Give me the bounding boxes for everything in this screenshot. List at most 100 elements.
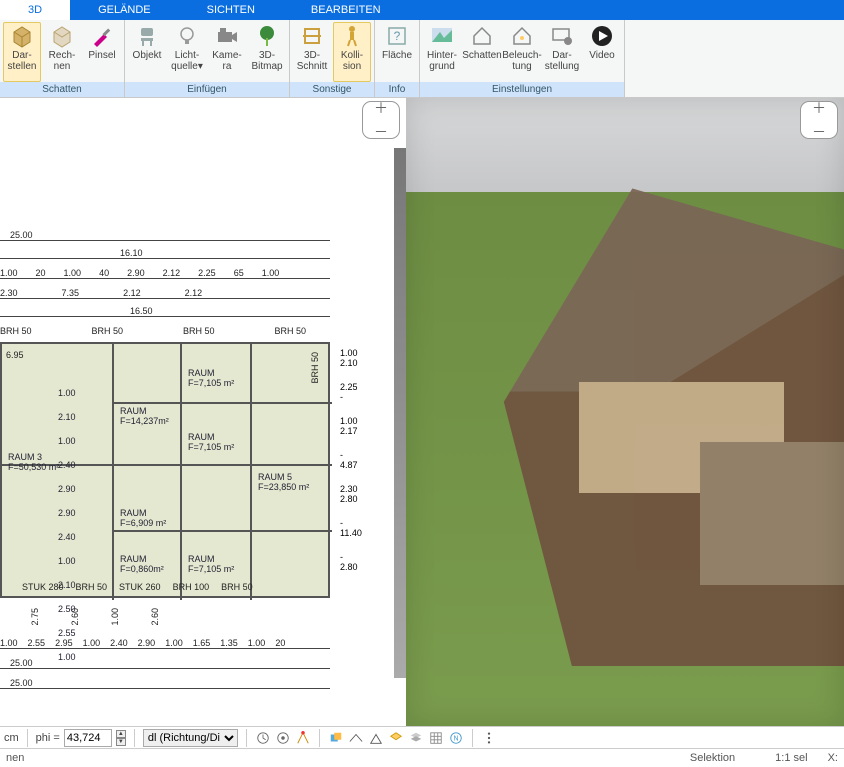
plan-canvas: 25.00 16.10 1.00201.00402.902.122.25651.… [0,148,400,716]
layers-icon[interactable] [388,730,404,746]
area-info-icon: ? [385,24,409,48]
tab-3d[interactable]: 3D [0,0,70,20]
btn-objekt[interactable]: Objekt [128,22,166,82]
dim: 2.55 [58,628,76,638]
dim: 2.12 [163,268,181,278]
lightbulb-icon [175,24,199,48]
north-icon[interactable]: N [448,730,464,746]
dim: 2.60 [150,608,160,626]
phi-spinner[interactable]: ▲▼ [116,730,126,746]
btn-label: Kolli- sion [334,50,370,72]
btn-3d-schnitt[interactable]: 3D- Schnitt [293,22,331,82]
group-sonstige: 3D- Schnitt Kolli- sion Sonstige [290,20,375,97]
btn-label: Dar- stellung [544,50,580,72]
dim: 2.12 [123,288,141,298]
dim: 2.12 [185,288,203,298]
status-x: X: [828,752,838,764]
btn-flaeche[interactable]: ? Fläche [378,22,416,82]
btn-pinsel[interactable]: Pinsel [83,22,121,82]
group-info: ? Fläche Info [375,20,420,97]
dim: 1.00 [58,436,76,446]
ribbon: Dar- stellen Rech- nen Pinsel Schatten O… [0,20,844,98]
dim: 2.40 [58,460,76,470]
btn-kollision[interactable]: Kolli- sion [333,22,371,82]
tab-bearbeiten[interactable]: BEARBEITEN [283,0,409,20]
plan-2d-viewport[interactable]: ＋－ 25.00 16.10 1.00201.00402.902.122.256… [0,98,406,726]
bottom-toolbar: cm phi = ▲▼ dl (Richtung/Di N [0,726,844,748]
brush-icon [90,24,114,48]
dim: 2.90 [58,508,76,518]
dim: 2.90 [138,638,156,648]
dim: BRH 50 [221,582,253,592]
dim-pair: -2.80 [340,552,362,572]
menu-dots-icon[interactable] [481,730,497,746]
dim: 40 [99,268,109,278]
dim: 25.00 [10,678,33,688]
dim: 2.60 [70,608,80,626]
target-icon[interactable] [275,730,291,746]
layers-multi-icon[interactable] [408,730,424,746]
dim: 7.35 [62,288,80,298]
unit-label: cm [4,732,19,744]
dim: BRH 50 [0,326,32,336]
clock-icon[interactable] [255,730,271,746]
dim: 1.35 [220,638,238,648]
btn-darstellung-einst[interactable]: Dar- stellung [543,22,581,82]
dim: 2.25 [198,268,216,278]
vertex-icon[interactable] [295,730,311,746]
plan-3d-viewport[interactable]: ＋－ [406,98,844,726]
dim: 2.90 [58,484,76,494]
dim: 1.00 [0,268,18,278]
grid-icon[interactable] [428,730,444,746]
btn-beleuchtung[interactable]: Beleuch- tung [503,22,541,82]
phi-input[interactable] [64,729,112,747]
skew-icon[interactable] [368,730,384,746]
zoom-widget[interactable]: ＋－ [362,101,400,139]
status-selektion: Selektion [690,752,735,764]
dim: 2.75 [30,608,40,626]
btn-label: Pinsel [88,50,115,61]
group-title: Sonstige [290,82,374,97]
zoom-widget-3d[interactable]: ＋－ [800,101,838,139]
roof-edge-icon[interactable] [348,730,364,746]
btn-darstellen[interactable]: Dar- stellen [3,22,41,82]
dim: 16.10 [120,248,143,258]
play-circle-icon [590,24,614,48]
dim: BRH 50 [310,352,320,384]
dim: 1.00 [58,556,76,566]
btn-3d-bitmap[interactable]: 3D- Bitmap [248,22,286,82]
dim: 1.00 [165,638,183,648]
tree-icon [255,24,279,48]
copy-stack-icon[interactable] [328,730,344,746]
btn-label: Licht- quelle▾ [169,50,205,72]
btn-kamera[interactable]: Kame- ra [208,22,246,82]
tab-gelaende[interactable]: GELÄNDE [70,0,179,20]
group-title: Einfügen [125,82,289,97]
btn-lichtquelle[interactable]: Licht- quelle▾ [168,22,206,82]
dim: 1.65 [193,638,211,648]
svg-text:?: ? [394,29,401,43]
main-tab-strip: 3D GELÄNDE SICHTEN BEARBEITEN [0,0,844,20]
btn-label: Hinter- grund [424,50,460,72]
dim: 1.00 [58,652,76,662]
svg-text:N: N [453,735,458,742]
btn-schatten-einst[interactable]: Schatten [463,22,501,82]
dl-select[interactable]: dl (Richtung/Di [143,729,238,747]
btn-hintergrund[interactable]: Hinter- grund [423,22,461,82]
dim: 20 [36,268,46,278]
house-light-icon [510,24,534,48]
camera-icon [215,24,239,48]
dim: 2.30 [0,288,18,298]
btn-rechnen[interactable]: Rech- nen [43,22,81,82]
person-collision-icon [340,24,364,48]
dim: 1.00 [58,388,76,398]
group-einstellungen: Hinter- grund Schatten Beleuch- tung Dar… [420,20,625,97]
group-title: Info [375,82,419,97]
house-shadow-icon [470,24,494,48]
dim: BRH 50 [183,326,215,336]
btn-video[interactable]: Video [583,22,621,82]
dim: 20 [275,638,285,648]
monitor-gear-icon [550,24,574,48]
tab-sichten[interactable]: SICHTEN [179,0,283,20]
btn-label: Schatten [462,50,501,61]
